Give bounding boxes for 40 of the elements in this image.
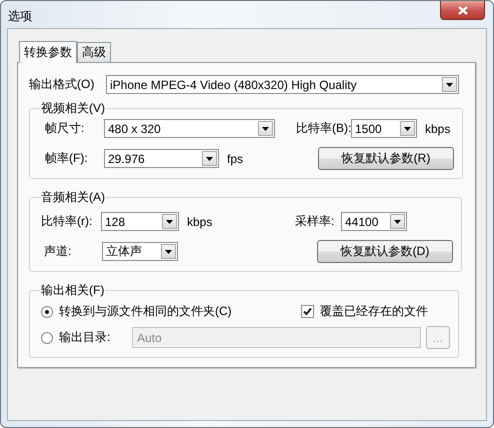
group-title: 音频相关(A) bbox=[40, 189, 106, 206]
dropdown[interactable]: 立体声 bbox=[102, 242, 178, 261]
radio-button[interactable] bbox=[41, 332, 53, 344]
caret-icon bbox=[446, 82, 453, 86]
dropdown[interactable]: iPhone MPEG-4 Video (480x320) High Quality bbox=[106, 75, 459, 94]
dropdown[interactable]: 128 bbox=[101, 212, 179, 231]
field-label: 采样率: bbox=[295, 213, 336, 230]
dropdown[interactable]: 480 x 320 bbox=[104, 119, 275, 138]
unit-label: kbps bbox=[187, 214, 212, 228]
field-label: 覆盖已经存在的文件 bbox=[320, 303, 428, 320]
close-button[interactable] bbox=[440, 1, 485, 20]
caret-icon bbox=[165, 250, 172, 254]
tab[interactable]: 高级 bbox=[77, 42, 111, 62]
dropdown[interactable]: 1500 bbox=[351, 119, 417, 138]
caret-icon bbox=[262, 126, 269, 130]
checkbox[interactable] bbox=[301, 305, 314, 318]
group-title: 输出相关(F) bbox=[40, 282, 106, 299]
field-label: 输出格式(O) bbox=[29, 76, 96, 93]
caret-icon bbox=[404, 126, 411, 130]
reset-defaults-button[interactable]: 恢复默认参数(D) bbox=[317, 240, 453, 263]
tab[interactable]: 转换参数 bbox=[19, 41, 77, 63]
dropdown[interactable]: 44100 bbox=[341, 212, 407, 231]
group-title: 视频相关(V) bbox=[40, 100, 106, 117]
dropdown[interactable]: 29.976 bbox=[104, 149, 219, 168]
field-label: 输出目录: bbox=[59, 329, 110, 346]
field-label: 比特率(r): bbox=[41, 213, 94, 230]
radio-button[interactable] bbox=[41, 306, 53, 318]
window-title: 选项 bbox=[7, 8, 33, 25]
close-icon bbox=[458, 6, 468, 14]
field-label: 比特率(B): bbox=[296, 120, 351, 137]
field-label: 声道: bbox=[44, 243, 72, 260]
reset-defaults-button[interactable]: 恢复默认参数(R) bbox=[318, 147, 454, 170]
field-label: 帧尺寸: bbox=[45, 120, 86, 137]
caret-icon bbox=[206, 156, 213, 160]
field-label: 帧率(F): bbox=[45, 150, 89, 167]
unit-label: kbps bbox=[425, 122, 450, 136]
caret-icon bbox=[394, 220, 401, 224]
field-label: 转换到与源文件相同的文件夹(C) bbox=[59, 303, 232, 320]
unit-label: fps bbox=[227, 152, 244, 166]
caret-icon bbox=[166, 220, 173, 224]
